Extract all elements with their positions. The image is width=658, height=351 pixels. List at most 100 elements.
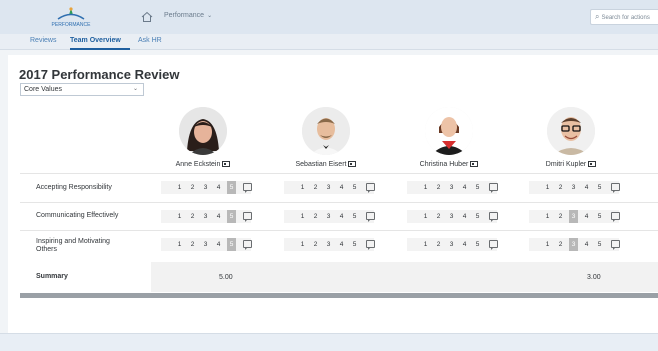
rating-option-4[interactable]: 4 — [582, 238, 591, 251]
search-input[interactable]: ⌕ Search for actions — [590, 9, 658, 25]
rating-option-4[interactable]: 4 — [460, 210, 469, 223]
rating-option-2[interactable]: 2 — [311, 238, 320, 251]
rating-option-1[interactable]: 1 — [543, 238, 552, 251]
rating-control[interactable]: 12345 — [161, 181, 252, 194]
contact-card-icon[interactable] — [470, 161, 479, 167]
rating-option-2[interactable]: 2 — [188, 181, 197, 194]
rating-option-5[interactable]: 5 — [227, 210, 236, 223]
rating-option-3[interactable]: 3 — [324, 210, 333, 223]
core-values-select[interactable]: Core Values ⌄ — [20, 83, 144, 96]
comment-icon[interactable] — [611, 240, 620, 250]
rating-option-4[interactable]: 4 — [214, 238, 223, 251]
rating-option-1[interactable]: 1 — [421, 181, 430, 194]
comment-icon[interactable] — [243, 240, 252, 250]
contact-card-icon[interactable] — [588, 161, 597, 167]
rating-option-3[interactable]: 3 — [201, 210, 210, 223]
comment-icon[interactable] — [489, 212, 498, 222]
rating-option-2[interactable]: 2 — [188, 210, 197, 223]
rating-option-5[interactable]: 5 — [595, 181, 604, 194]
rating-option-4[interactable]: 4 — [582, 210, 591, 223]
rating-control[interactable]: 12345 — [529, 181, 620, 194]
tab-reviews[interactable]: Reviews — [30, 37, 56, 44]
tab-team-overview[interactable]: Team Overview — [70, 37, 121, 44]
rating-option-1[interactable]: 1 — [421, 210, 430, 223]
rating-option-2[interactable]: 2 — [434, 210, 443, 223]
horizontal-scrollbar[interactable] — [20, 293, 658, 298]
employee-name[interactable]: Sebastian Eisert — [281, 161, 371, 168]
rating-option-4[interactable]: 4 — [582, 181, 591, 194]
rating-option-2[interactable]: 2 — [311, 181, 320, 194]
rating-option-1[interactable]: 1 — [543, 210, 552, 223]
rating-option-3[interactable]: 3 — [569, 238, 578, 251]
rating-control[interactable]: 12345 — [529, 210, 620, 223]
avatar[interactable] — [547, 107, 595, 155]
rating-option-1[interactable]: 1 — [175, 181, 184, 194]
rating-option-3[interactable]: 3 — [569, 181, 578, 194]
rating-option-5[interactable]: 5 — [227, 238, 236, 251]
rating-option-5[interactable]: 5 — [473, 181, 482, 194]
rating-option-2[interactable]: 2 — [434, 181, 443, 194]
rating-control[interactable]: 12345 — [284, 238, 375, 251]
rating-option-5[interactable]: 5 — [350, 181, 359, 194]
rating-option-1[interactable]: 1 — [298, 181, 307, 194]
comment-icon[interactable] — [243, 183, 252, 193]
rating-option-5[interactable]: 5 — [595, 238, 604, 251]
rating-option-4[interactable]: 4 — [214, 181, 223, 194]
comment-icon[interactable] — [611, 212, 620, 222]
rating-control[interactable]: 12345 — [161, 238, 252, 251]
comment-icon[interactable] — [366, 212, 375, 222]
rating-option-5[interactable]: 5 — [473, 238, 482, 251]
rating-option-2[interactable]: 2 — [556, 238, 565, 251]
rating-option-1[interactable]: 1 — [175, 210, 184, 223]
avatar[interactable] — [302, 107, 350, 155]
rating-option-2[interactable]: 2 — [188, 238, 197, 251]
rating-control[interactable]: 12345 — [529, 238, 620, 251]
rating-option-5[interactable]: 5 — [350, 210, 359, 223]
comment-icon[interactable] — [366, 183, 375, 193]
rating-option-4[interactable]: 4 — [460, 181, 469, 194]
rating-option-1[interactable]: 1 — [543, 181, 552, 194]
tab-ask-hr[interactable]: Ask HR — [138, 37, 162, 44]
employee-name[interactable]: Anne Eckstein — [158, 161, 248, 168]
rating-option-3[interactable]: 3 — [201, 181, 210, 194]
rating-option-4[interactable]: 4 — [337, 238, 346, 251]
comment-icon[interactable] — [611, 183, 620, 193]
rating-option-4[interactable]: 4 — [337, 210, 346, 223]
rating-option-3[interactable]: 3 — [447, 238, 456, 251]
avatar[interactable] — [179, 107, 227, 155]
rating-option-2[interactable]: 2 — [311, 210, 320, 223]
comment-icon[interactable] — [243, 212, 252, 222]
rating-option-5[interactable]: 5 — [227, 181, 236, 194]
rating-option-3[interactable]: 3 — [569, 210, 578, 223]
rating-option-1[interactable]: 1 — [298, 238, 307, 251]
employee-name[interactable]: Christina Huber — [404, 161, 494, 168]
rating-option-5[interactable]: 5 — [473, 210, 482, 223]
rating-option-1[interactable]: 1 — [298, 210, 307, 223]
rating-option-3[interactable]: 3 — [324, 238, 333, 251]
app-title-menu[interactable]: Performance ⌄ — [164, 12, 212, 19]
avatar[interactable] — [425, 107, 473, 155]
rating-option-3[interactable]: 3 — [447, 181, 456, 194]
rating-option-3[interactable]: 3 — [447, 210, 456, 223]
rating-option-4[interactable]: 4 — [214, 210, 223, 223]
contact-card-icon[interactable] — [222, 161, 231, 167]
comment-icon[interactable] — [489, 183, 498, 193]
rating-control[interactable]: 12345 — [284, 181, 375, 194]
rating-control[interactable]: 12345 — [407, 210, 498, 223]
rating-option-5[interactable]: 5 — [350, 238, 359, 251]
rating-option-2[interactable]: 2 — [434, 238, 443, 251]
comment-icon[interactable] — [366, 240, 375, 250]
rating-option-3[interactable]: 3 — [201, 238, 210, 251]
contact-card-icon[interactable] — [348, 161, 357, 167]
rating-option-1[interactable]: 1 — [421, 238, 430, 251]
home-icon[interactable] — [141, 11, 153, 23]
rating-option-4[interactable]: 4 — [460, 238, 469, 251]
comment-icon[interactable] — [489, 240, 498, 250]
rating-control[interactable]: 12345 — [284, 210, 375, 223]
rating-option-4[interactable]: 4 — [337, 181, 346, 194]
rating-control[interactable]: 12345 — [161, 210, 252, 223]
company-logo[interactable]: PERFORMANCE — [50, 6, 92, 28]
rating-control[interactable]: 12345 — [407, 238, 498, 251]
rating-option-2[interactable]: 2 — [556, 210, 565, 223]
employee-name[interactable]: Dmitri Kupler — [526, 161, 616, 168]
